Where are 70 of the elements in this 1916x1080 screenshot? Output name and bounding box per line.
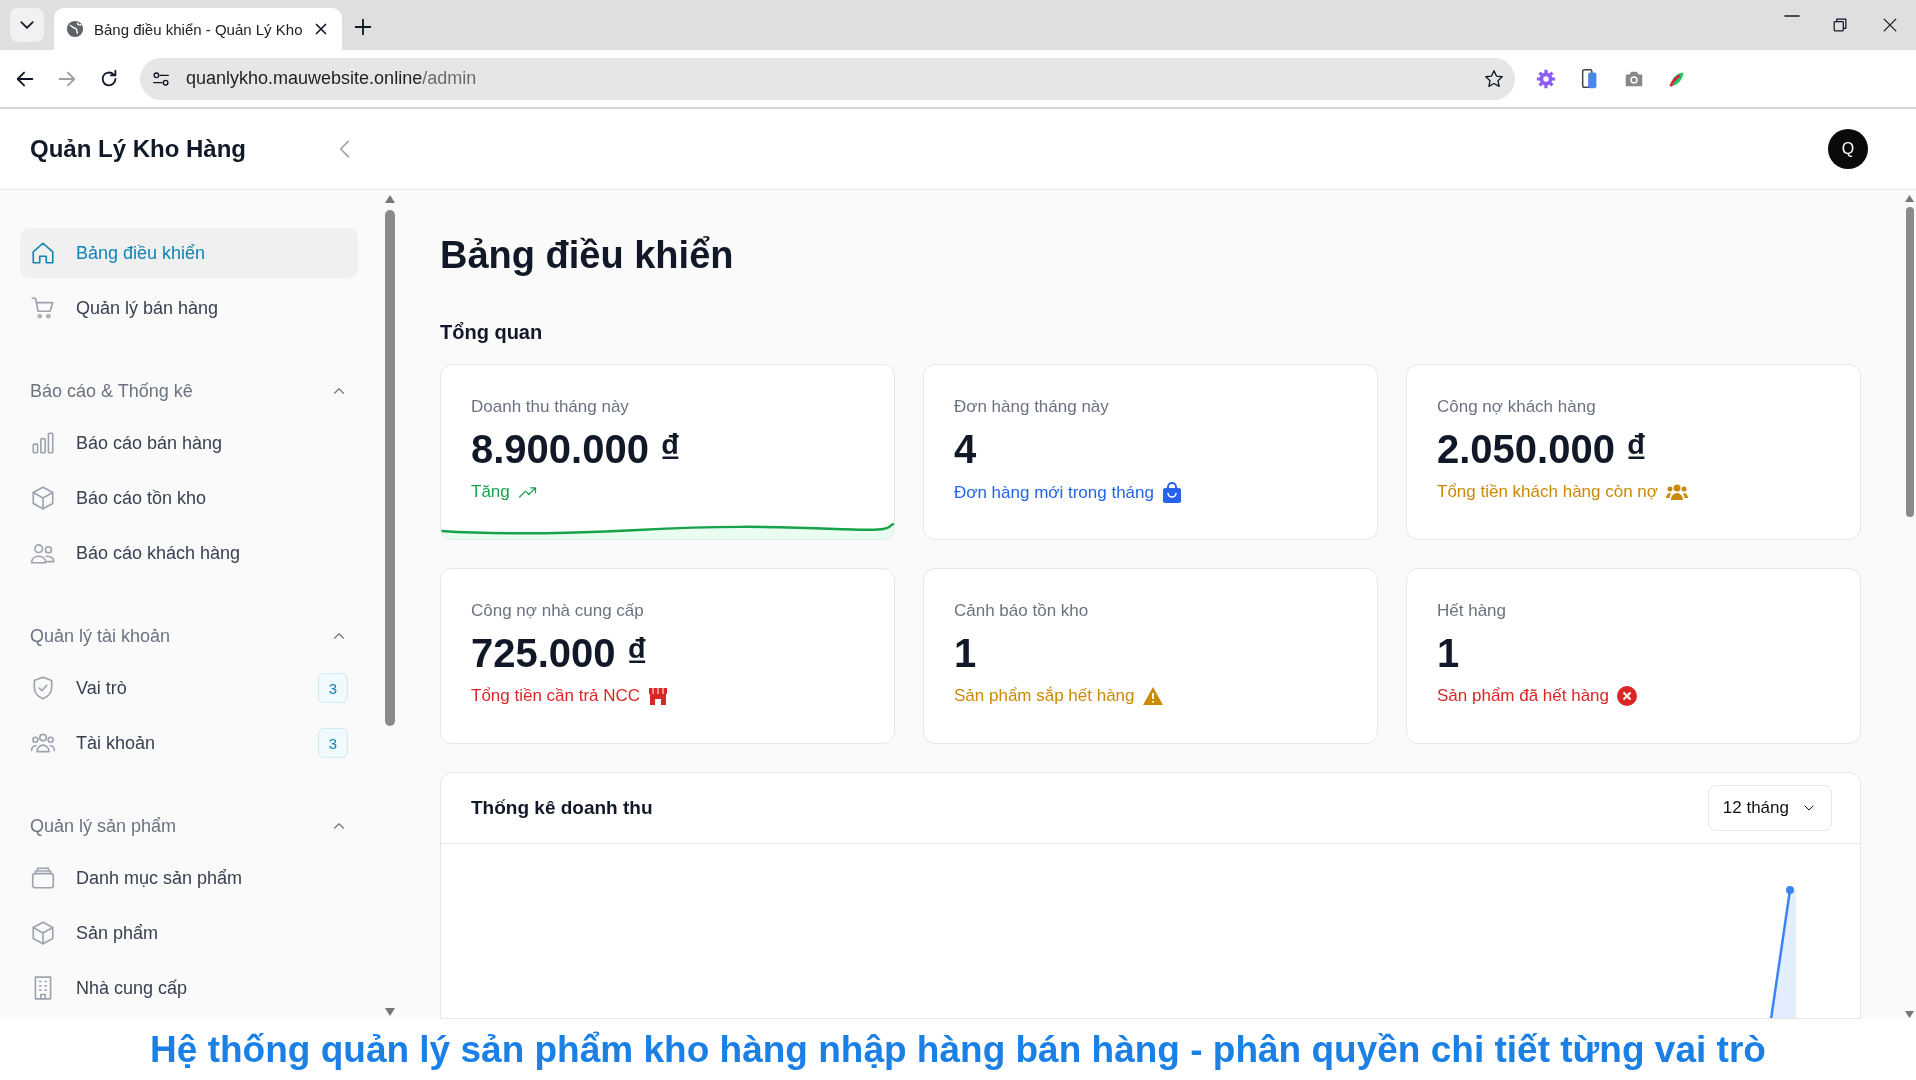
scroll-up-icon[interactable]: [1904, 194, 1915, 203]
group-title: Quản lý tài khoản: [30, 625, 171, 647]
users-icon: [1665, 483, 1688, 501]
star-icon: [1483, 67, 1505, 90]
warning-icon: [1142, 687, 1163, 705]
app-brand: Quản Lý Kho Hàng: [30, 135, 246, 163]
stat-note: Đơn hàng mới trong tháng: [954, 483, 1154, 503]
stat-value: 1: [954, 631, 978, 676]
sidebar-item[interactable]: Báo cáo khách hàng: [20, 528, 358, 578]
stat-label: Cảnh báo tồn kho: [954, 601, 1090, 621]
stat-note: Sản phẩm đã hết hàng: [1437, 686, 1610, 706]
stat-value: 725.000 ₫: [471, 631, 649, 676]
scrollbar-thumb[interactable]: [1905, 207, 1914, 517]
group-title: Báo cáo & Thống kê: [30, 380, 193, 402]
gear-icon[interactable]: [1535, 67, 1557, 90]
stat-label: Hết hàng: [1437, 601, 1507, 621]
stat-label: Công nợ khách hàng: [1437, 397, 1597, 417]
scroll-up-icon[interactable]: [384, 194, 396, 204]
stat-note: Tổng tiền cần trả NCC: [471, 686, 641, 706]
store-icon: [648, 686, 669, 706]
cube-icon: [30, 920, 56, 946]
url-text: quanlykho.mauwebsite.online/admin: [186, 68, 478, 89]
stat-value: 1: [1437, 631, 1461, 676]
video-caption: Hệ thống quản lý sản phẩm kho hàng nhập hàng bán hàng - phân quyền chi tiết từng vai trò: [150, 1028, 1766, 1071]
sidebar-item[interactable]: Báo cáo bán hàng: [20, 418, 358, 468]
browser-tab[interactable]: Bảng điều khiển - Quản Lý Kho: [54, 8, 342, 50]
page-title: Bảng điều khiển: [440, 234, 735, 277]
stat-label: Đơn hàng tháng này: [954, 397, 1110, 417]
tab-title: Bảng điều khiển - Quản Lý Kho: [94, 20, 303, 38]
tray-icon: [30, 865, 56, 891]
sidebar-group-header[interactable]: Báo cáo & Thống kê: [20, 376, 358, 406]
sidebar-item[interactable]: Sản phẩm: [20, 908, 358, 958]
stat-note: Tăng: [471, 482, 510, 502]
stat-value: 4: [954, 427, 978, 472]
sidebar-item[interactable]: Bảng điều khiển: [20, 228, 358, 278]
sidebar-item[interactable]: Quản lý bán hàng: [20, 283, 358, 333]
sidebar-group-header[interactable]: Quản lý tài khoản: [20, 621, 358, 651]
stat-note: Tổng tiền khách hàng còn nợ: [1437, 482, 1658, 502]
cart-icon: [30, 295, 56, 321]
scrollbar-thumb[interactable]: [385, 210, 395, 726]
panel-title: Thống kê doanh thu: [471, 797, 653, 819]
minimize-icon: [1784, 15, 1800, 17]
period-dropdown[interactable]: 12 tháng: [1707, 785, 1832, 831]
sidebar-item[interactable]: Vai trò 3: [20, 663, 358, 713]
count-badge: 3: [318, 728, 348, 758]
user-avatar[interactable]: Q: [1828, 129, 1868, 169]
globe-icon: [66, 20, 84, 38]
sidebar-item[interactable]: Báo cáo tồn kho: [20, 473, 358, 523]
sidebar-group-header[interactable]: Quản lý sản phẩm: [20, 811, 358, 841]
scroll-down-icon[interactable]: [384, 1007, 396, 1017]
stat-label: Doanh thu tháng này: [471, 397, 630, 417]
group-title: Quản lý sản phẩm: [30, 815, 177, 837]
count-badge: 3: [318, 673, 348, 703]
stat-value: 8.900.000 ₫: [471, 427, 682, 472]
bar-chart-icon: [30, 430, 56, 456]
chevron-down-icon: [20, 21, 34, 29]
stat-value: 2.050.000 ₫: [1437, 427, 1648, 472]
new-tab-icon: [352, 16, 374, 38]
error-icon: [1617, 686, 1638, 706]
sidebar-item[interactable]: Danh mục sản phẩm: [20, 853, 358, 903]
home-icon: [30, 240, 56, 266]
tab-list-button[interactable]: [10, 8, 44, 42]
sidebar-item[interactable]: Nhà cung cấp: [20, 963, 358, 1013]
stat-note: Sản phẩm sắp hết hàng: [954, 686, 1135, 706]
cube-icon: [30, 485, 56, 511]
section-title: Tổng quan: [440, 321, 544, 344]
sidebar-item[interactable]: Tài khoản 3: [20, 718, 358, 768]
shopping-bag-icon: [1161, 482, 1182, 504]
address-bar[interactable]: quanlykho.mauwebsite.online/admin: [140, 57, 1515, 100]
stat-label: Công nợ nhà cung cấp: [471, 601, 645, 621]
